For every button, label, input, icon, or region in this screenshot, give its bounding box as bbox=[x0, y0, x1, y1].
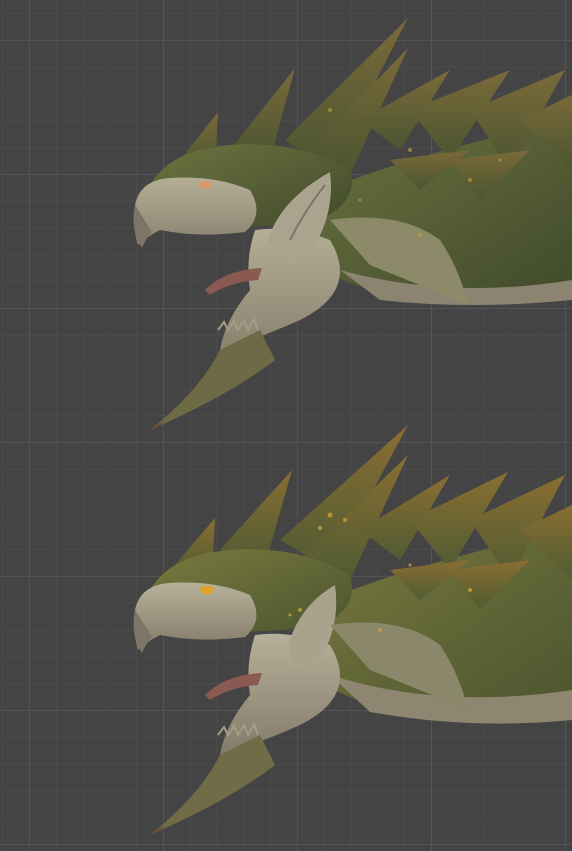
eye bbox=[198, 181, 212, 189]
dragon-head-render-bottom bbox=[0, 420, 572, 851]
dragon-head-model-top bbox=[133, 18, 572, 430]
eye bbox=[200, 585, 214, 595]
3d-viewport[interactable] bbox=[0, 0, 572, 851]
beak bbox=[134, 177, 257, 245]
dragon-head-render-top bbox=[0, 0, 572, 440]
dragon-head-model-bottom bbox=[133, 425, 572, 835]
